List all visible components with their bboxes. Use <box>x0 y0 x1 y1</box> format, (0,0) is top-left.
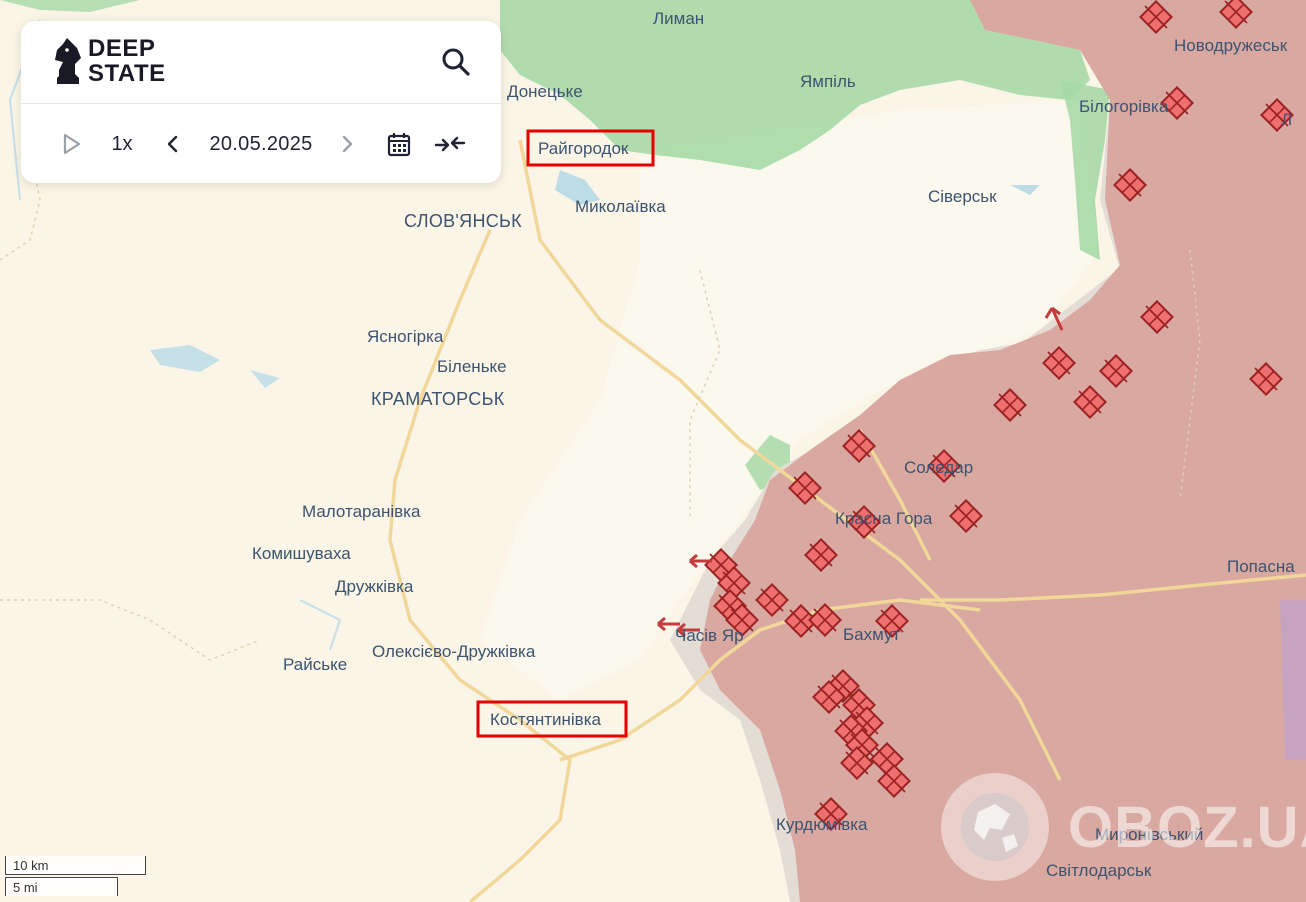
label-kramatorsk: КРАМАТОРСЬК <box>371 389 505 409</box>
label-krasna-hora: Красна Гора <box>835 509 933 528</box>
prev-date-button[interactable] <box>163 129 183 159</box>
label-komyshuvakha: Комишуваха <box>252 544 351 563</box>
scale-km: 10 km <box>5 856 146 875</box>
label-bilenke: Біленьке <box>437 357 507 376</box>
logo-line-1: DEEP <box>88 35 156 62</box>
collapse-icon <box>434 136 466 152</box>
chevron-right-icon <box>342 135 353 153</box>
label-chasiv-yar: Часів Яр <box>675 626 744 645</box>
knight-logo-icon <box>55 38 81 84</box>
label-bilohorivka: Білогорівка <box>1079 97 1169 116</box>
current-date: 20.05.2025 <box>209 132 313 155</box>
label-lyman: Лиман <box>653 9 704 28</box>
scale-bar: 10 km 5 mi <box>5 854 150 900</box>
label-malotaranivka: Малотаранівка <box>302 502 421 521</box>
label-myronivskyi: Миронівський <box>1095 825 1203 844</box>
search-icon <box>442 48 470 76</box>
label-lysychansk: Л <box>1281 110 1292 129</box>
label-popasna: Попасна <box>1227 557 1295 576</box>
label-oleksievo: Олексієво-Дружківка <box>372 642 536 661</box>
label-yasnohirka: Ясногірка <box>367 327 444 346</box>
play-button[interactable] <box>59 129 85 159</box>
label-siversk: Сіверськ <box>928 187 997 206</box>
label-raiske: Райське <box>283 655 347 674</box>
label-svitlodarsk: Світлодарськ <box>1046 861 1152 880</box>
label-yampil: Ямпіль <box>800 72 856 91</box>
label-sloviansk: СЛОВ'ЯНСЬК <box>404 211 522 231</box>
search-button[interactable] <box>439 45 473 79</box>
label-raihorodok: Райгородок <box>538 139 629 158</box>
play-icon <box>63 133 81 155</box>
label-bakhmut: Бахмут <box>843 625 900 644</box>
scale-mi: 5 mi <box>5 877 118 896</box>
panel-header: DEEP STATE <box>21 21 501 104</box>
speed-toggle[interactable]: 1x <box>107 129 137 159</box>
label-novodruzhesk: Новодружеськ <box>1174 36 1288 55</box>
label-donetske: Донецьке <box>507 82 583 101</box>
collapse-button[interactable] <box>433 129 467 159</box>
next-date-button[interactable] <box>337 129 357 159</box>
logo-line-2: STATE <box>88 60 166 87</box>
deepstate-logo-text: DEEP STATE <box>88 36 178 86</box>
control-panel: DEEP STATE 1x 20.05.2025 <box>21 21 501 183</box>
calendar-icon <box>387 133 411 157</box>
chevron-left-icon <box>167 135 178 153</box>
label-kurdiumivka: Курдюмівка <box>776 815 868 834</box>
label-kostiantynivka: Костянтинівка <box>490 710 602 729</box>
label-mykolaivka: Миколаївка <box>575 197 666 216</box>
label-druzhkivka: Дружківка <box>335 577 414 596</box>
label-soledar: Соледар <box>904 458 973 477</box>
calendar-button[interactable] <box>385 129 413 159</box>
